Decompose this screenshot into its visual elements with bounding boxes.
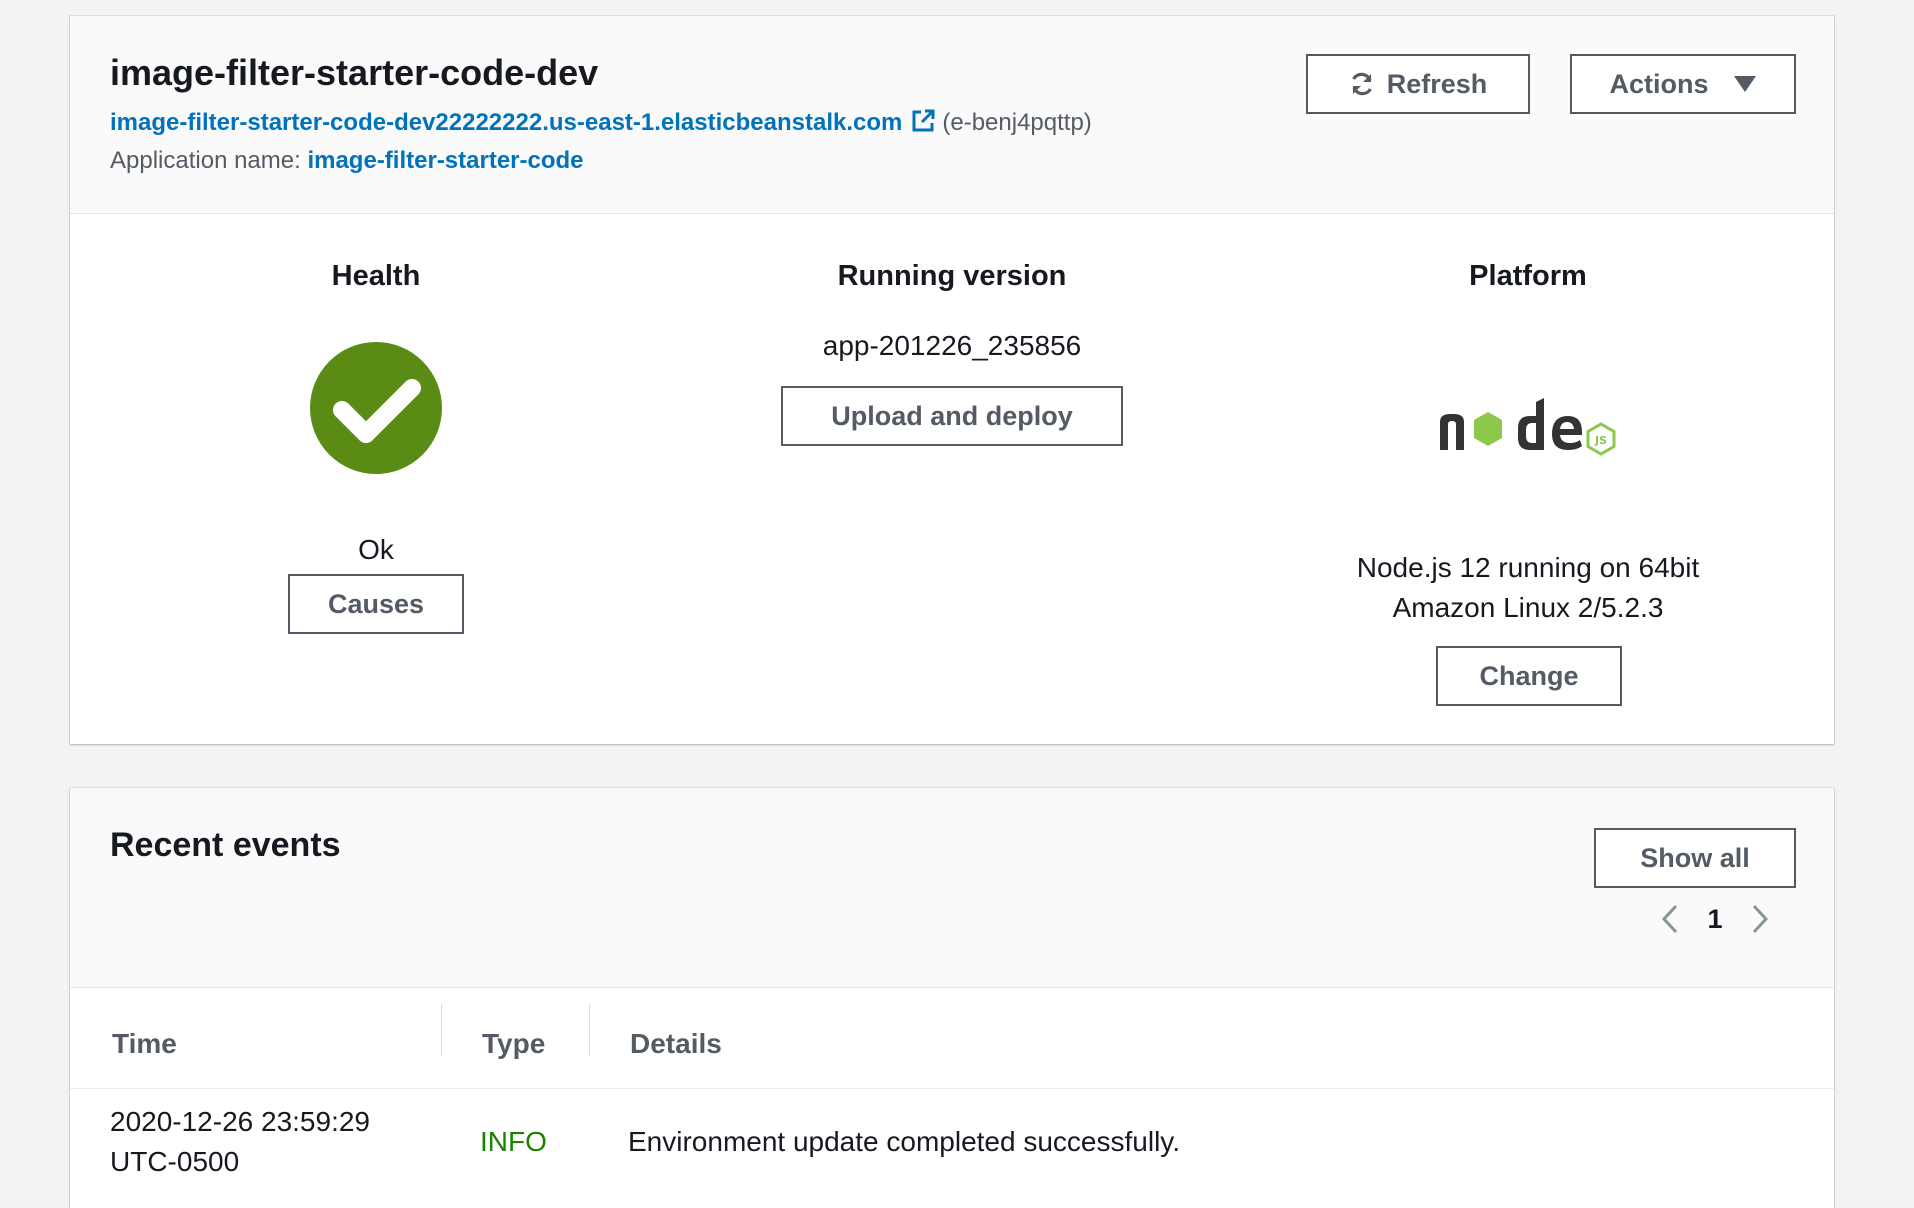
actions-label: Actions	[1609, 68, 1709, 99]
svg-text:JS: JS	[1594, 434, 1607, 447]
health-status: Ok	[358, 534, 394, 565]
nodejs-logo-icon: JS	[1434, 388, 1624, 464]
pagination: 1	[1650, 903, 1780, 935]
pagination-current-page[interactable]: 1	[1690, 904, 1740, 935]
chevron-right-icon[interactable]	[1740, 903, 1780, 935]
event-time-line2: UTC-0500	[110, 1146, 240, 1177]
actions-dropdown-button[interactable]: Actions	[1570, 54, 1796, 114]
change-platform-button[interactable]: Change	[1436, 646, 1622, 706]
chevron-left-icon[interactable]	[1650, 903, 1690, 935]
column-header-time[interactable]: Time	[112, 1028, 177, 1060]
external-link-icon[interactable]	[910, 108, 936, 134]
platform-description-line2: Amazon Linux 2/5.2.3	[1392, 592, 1664, 623]
show-all-button[interactable]: Show all	[1594, 828, 1796, 888]
refresh-icon	[1351, 72, 1372, 96]
column-header-type[interactable]: Type	[482, 1028, 545, 1060]
application-name-link[interactable]: image-filter-starter-code	[307, 147, 583, 174]
environment-id: (e-benj4pqttp)	[942, 109, 1092, 136]
recent-events-title: Recent events	[110, 826, 341, 864]
upload-and-deploy-button[interactable]: Upload and deploy	[781, 386, 1123, 446]
health-title: Health	[331, 260, 421, 292]
table-header-divider	[70, 1088, 1834, 1089]
platform-description-line1: Node.js 12 running on 64bit	[1356, 552, 1700, 583]
column-header-details[interactable]: Details	[630, 1028, 722, 1060]
environment-overview-panel: image-filter-starter-code-dev image-filt…	[70, 16, 1834, 744]
refresh-label: Refresh	[1386, 68, 1488, 99]
platform-title: Platform	[1469, 260, 1587, 292]
event-type-badge: INFO	[480, 1126, 547, 1157]
causes-button[interactable]: Causes	[288, 574, 464, 634]
column-divider	[589, 1004, 590, 1056]
environment-url-line: image-filter-starter-code-dev22222222.us…	[110, 108, 1092, 137]
event-time-line1: 2020-12-26 23:59:29	[110, 1106, 370, 1137]
recent-events-header: Recent events Show all 1	[70, 788, 1834, 988]
refresh-button[interactable]: Refresh	[1306, 54, 1530, 114]
environment-header: image-filter-starter-code-dev image-filt…	[70, 16, 1834, 214]
health-ok-icon	[310, 342, 442, 474]
running-version-value: app-201226_235856	[822, 330, 1082, 361]
caret-down-icon	[1733, 76, 1756, 92]
environment-title: image-filter-starter-code-dev	[110, 52, 599, 93]
application-name-label: Application name:	[110, 147, 301, 174]
running-version-title: Running version	[837, 260, 1067, 292]
event-details: Environment update completed successfull…	[628, 1126, 1180, 1157]
column-divider	[441, 1004, 442, 1056]
environment-url-link[interactable]: image-filter-starter-code-dev22222222.us…	[110, 109, 902, 136]
application-name-line: Application name: image-filter-starter-c…	[110, 147, 584, 175]
recent-events-panel: Recent events Show all 1 Time Type Detai…	[70, 788, 1834, 1208]
